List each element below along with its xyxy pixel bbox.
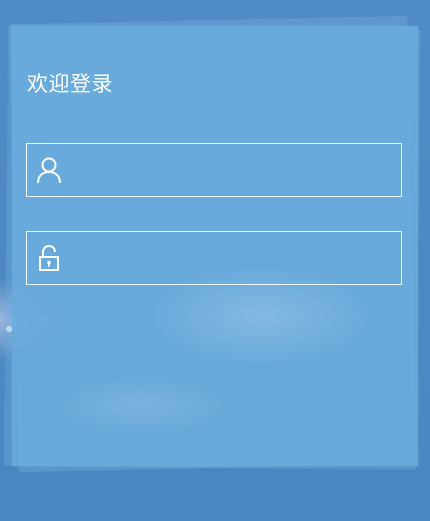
password-field[interactable] [26, 231, 402, 285]
password-input[interactable] [69, 238, 401, 278]
username-field[interactable] [26, 143, 402, 197]
login-screen: 欢迎登录 [0, 0, 430, 521]
login-panel: 欢迎登录 [12, 26, 418, 466]
username-input[interactable] [69, 150, 401, 190]
user-icon [29, 144, 69, 196]
login-title: 欢迎登录 [27, 72, 113, 96]
unlock-icon [29, 232, 69, 284]
